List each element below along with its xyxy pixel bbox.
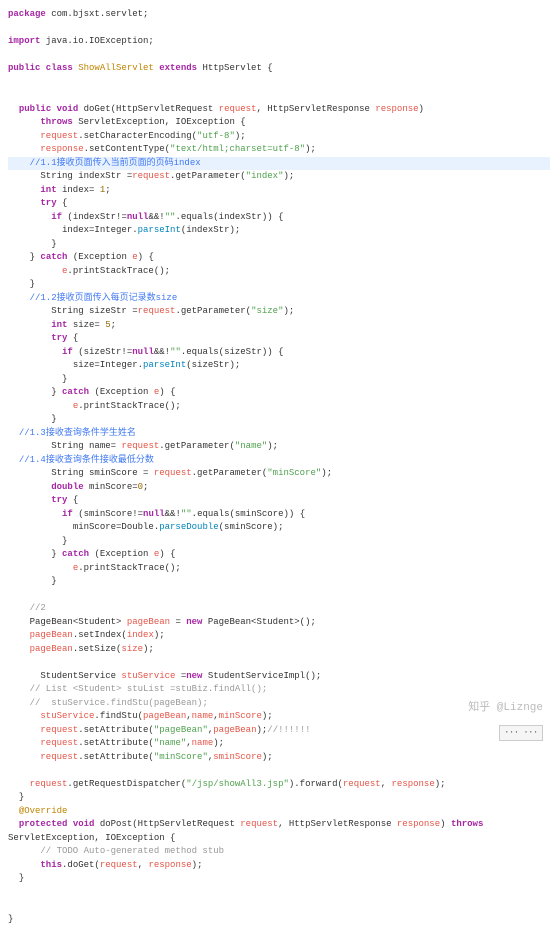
watermark: 知乎 @Liznge <box>468 700 543 717</box>
more-button[interactable]: ··· ··· <box>499 725 543 741</box>
code-block: package com.bjsxt.servlet; import java.i… <box>8 8 550 926</box>
